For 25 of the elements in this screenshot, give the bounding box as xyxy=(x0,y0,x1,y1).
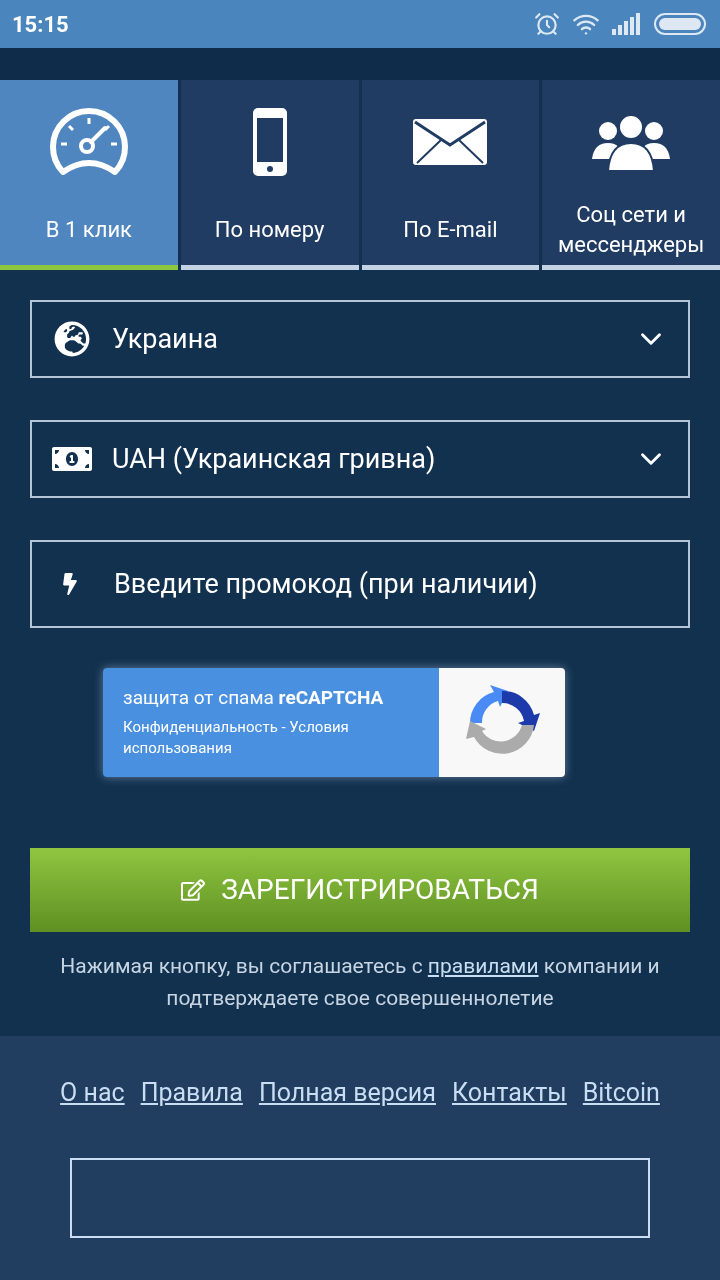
smartphone-icon xyxy=(252,107,287,176)
registration-tab[interactable]: Соц сети и мессенджеры xyxy=(542,80,720,270)
dropdown-field[interactable]: UAH (Украинская гривна) xyxy=(30,420,690,498)
dropdown-field[interactable]: Украина xyxy=(30,300,690,378)
battery-icon xyxy=(654,13,708,35)
alarm-icon xyxy=(534,11,560,37)
recaptcha-links: Конфиденциальность - Условия использования xyxy=(123,716,350,759)
registration-tab[interactable]: В 1 клик xyxy=(0,80,178,270)
agreement-text: Нажимая кнопку, вы соглашаетесь с правилами компании и подтверждаете свое совершеннолетие xyxy=(59,953,661,1012)
globe-icon xyxy=(54,321,90,357)
promo-code-field[interactable]: Введите промокод (при наличии) xyxy=(30,540,690,628)
footer-link[interactable]: Bitcoin xyxy=(582,1074,660,1112)
envelope-icon xyxy=(413,118,488,165)
registration-tab[interactable]: По номеру xyxy=(180,80,359,270)
footer-link[interactable]: Полная версия xyxy=(258,1074,436,1112)
registration-tab[interactable]: По E-mail xyxy=(361,80,540,270)
footer-link[interactable]: О нас xyxy=(60,1074,125,1112)
edit-icon xyxy=(181,878,206,902)
footer-link[interactable]: Правила xyxy=(140,1074,243,1112)
speedometer-icon xyxy=(48,107,129,176)
status-time: 15:15 xyxy=(12,10,69,39)
footer-link[interactable]: Контакты xyxy=(452,1074,567,1112)
rules-link[interactable]: правилами xyxy=(427,954,539,978)
signal-icon xyxy=(612,13,642,35)
recaptcha-title: защита от спама reCAPTCHA xyxy=(123,685,385,711)
